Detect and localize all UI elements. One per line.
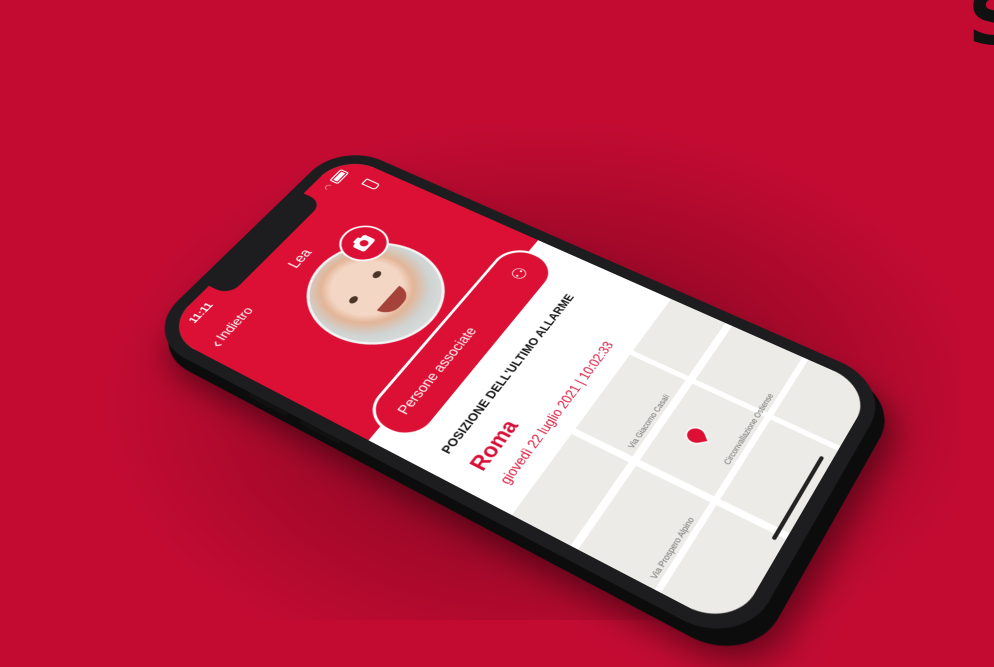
avatar-eye xyxy=(370,269,383,280)
alarm-map[interactable]: Via Giacomo Casali Circonvallazione Osti… xyxy=(511,298,875,631)
map-street-label: Via Prospero Alpino xyxy=(648,515,697,581)
scene: 11:11 ◠ ‹ Indietro Lea Persone associate… xyxy=(0,0,994,651)
wifi-icon: ◠ xyxy=(321,182,336,192)
map-pin-icon[interactable] xyxy=(682,425,710,446)
avatar-eye xyxy=(347,295,360,305)
map-road xyxy=(629,350,850,455)
camera-icon xyxy=(352,234,376,253)
alarm-datetime: giovedì 22 luglio 2021 | 10:02:33 xyxy=(496,339,617,487)
avatar-mouth xyxy=(376,285,413,317)
phone-device: 11:11 ◠ ‹ Indietro Lea Persone associate… xyxy=(141,142,894,651)
